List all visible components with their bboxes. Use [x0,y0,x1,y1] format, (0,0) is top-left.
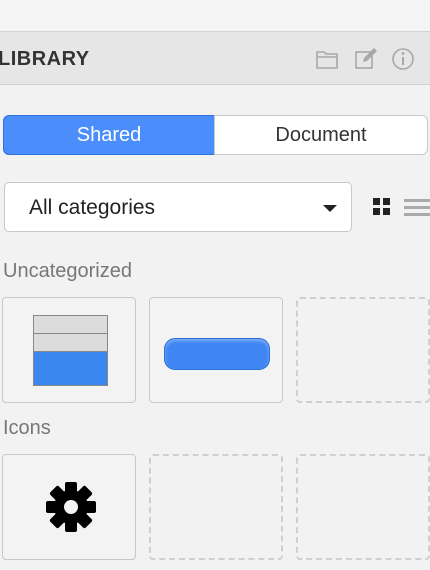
top-strip [0,0,430,32]
section-label-uncategorized: Uncategorized [3,260,132,282]
library-empty-slot [149,454,283,560]
library-panel: LIBRARY Shared Document All categories U… [0,0,430,570]
library-empty-slot [296,297,430,403]
section-label-icons: Icons [3,417,51,439]
list-view-icon[interactable] [404,198,430,218]
gear-icon [46,482,96,532]
grid-view-icon[interactable] [373,198,391,216]
chevron-down-icon [323,205,337,212]
library-item-table[interactable] [2,297,136,403]
table-widget-icon [33,315,108,386]
category-select-value: All categories [29,196,156,219]
folder-icon[interactable] [314,46,340,72]
library-title: LIBRARY [0,48,90,70]
category-select[interactable]: All categories [4,182,352,232]
button-pill-widget [164,338,270,370]
tab-shared[interactable]: Shared [3,115,215,155]
library-item-gear[interactable] [2,454,136,560]
info-icon[interactable] [390,46,416,72]
library-item-button[interactable] [149,297,283,403]
library-empty-slot [296,454,430,560]
edit-icon[interactable] [353,46,379,72]
tab-document[interactable]: Document [214,115,428,155]
